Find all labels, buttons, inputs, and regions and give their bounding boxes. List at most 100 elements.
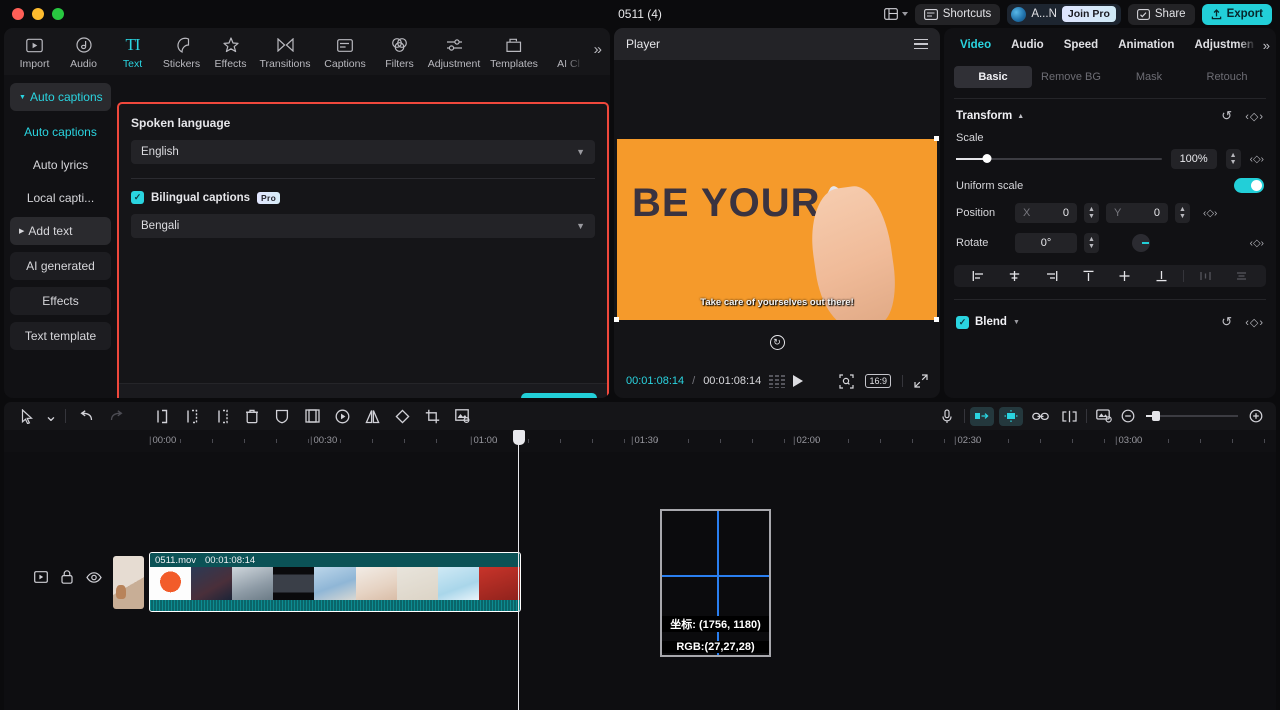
loop-playback-button[interactable]: ↻	[614, 332, 940, 350]
sidebar-item-add-text-group[interactable]: ▶ Add text	[10, 217, 111, 245]
auto-fit-icon[interactable]	[970, 407, 994, 426]
minimize-window-button[interactable]	[32, 8, 44, 20]
fullscreen-icon[interactable]	[914, 374, 928, 388]
lock-icon[interactable]	[61, 570, 73, 584]
zoom-fit-icon[interactable]	[839, 374, 854, 389]
video-preview[interactable]: BE YOUR Take care of yourselves out ther…	[617, 139, 937, 320]
tab-captions[interactable]: Captions	[315, 34, 375, 70]
position-x-field[interactable]: X 0	[1015, 203, 1077, 223]
undo-icon[interactable]	[71, 410, 101, 423]
mirror-icon[interactable]	[357, 409, 387, 424]
scale-slider[interactable]	[956, 158, 1162, 160]
tab-filters[interactable]: Filters	[375, 34, 424, 70]
tab-stickers[interactable]: Stickers	[157, 34, 206, 70]
bilingual-captions-checkbox[interactable]: ✓	[131, 191, 144, 204]
close-window-button[interactable]	[12, 8, 24, 20]
snap-icon[interactable]	[1057, 407, 1081, 426]
tab-transitions[interactable]: Transitions	[255, 34, 315, 70]
spoken-language-select[interactable]: English ▼	[131, 140, 595, 164]
sidebar-item-local-captions[interactable]: Local capti...	[10, 184, 111, 212]
keyframe-diamond-icon[interactable]: ‹◇›	[1203, 208, 1217, 219]
tab-import[interactable]: Import	[10, 34, 59, 70]
zoom-in-icon[interactable]	[1244, 407, 1268, 426]
segment-retouch[interactable]: Retouch	[1188, 66, 1266, 88]
uniform-scale-toggle[interactable]	[1234, 178, 1264, 193]
tabstrip-more-button[interactable]: »	[594, 41, 602, 58]
track-video-icon[interactable]	[34, 571, 48, 583]
tab-text[interactable]: TI Text	[108, 34, 157, 70]
playhead-knob[interactable]	[513, 430, 525, 445]
tab-adjustment[interactable]: Adjustment	[424, 34, 484, 70]
tab-templates[interactable]: Templates	[484, 34, 544, 70]
inspector-tabs-more-button[interactable]: »	[1263, 38, 1270, 53]
segment-mask[interactable]: Mask	[1110, 66, 1188, 88]
keyframe-diamond-icon[interactable]: ‹◇›	[1250, 154, 1264, 165]
bilingual-captions-row[interactable]: ✓ Bilingual captions Pro	[131, 191, 595, 204]
tab-audio[interactable]: Audio	[1001, 39, 1054, 51]
scale-slider-knob[interactable]	[982, 154, 991, 163]
share-button[interactable]: Share	[1128, 4, 1195, 25]
scale-stepper[interactable]: ▲▼	[1226, 149, 1241, 169]
microphone-icon[interactable]	[935, 407, 959, 426]
selection-handle-tr[interactable]	[934, 136, 939, 141]
split-icon[interactable]	[147, 409, 177, 424]
sidebar-item-ai-generated[interactable]: AI generated	[10, 252, 111, 280]
rotate-stepper[interactable]: ▲▼	[1084, 233, 1099, 253]
beat-detect-icon[interactable]	[999, 407, 1023, 426]
timeline-zoom-slider[interactable]	[1146, 415, 1238, 417]
trim-left-icon[interactable]	[177, 409, 207, 424]
trim-right-icon[interactable]	[207, 409, 237, 424]
sidebar-item-auto-captions[interactable]: Auto captions	[10, 118, 111, 146]
timeline-clip[interactable]: 0511.mov 00:01:08:14	[149, 552, 521, 612]
play-icon[interactable]	[793, 375, 803, 387]
segment-basic[interactable]: Basic	[954, 66, 1032, 88]
timeline-zoom-knob[interactable]	[1152, 411, 1160, 421]
crop-icon[interactable]	[417, 409, 447, 424]
keyframe-diamond-icon[interactable]: ‹◇›	[1245, 110, 1264, 123]
speed-ramp-icon[interactable]	[327, 409, 357, 424]
eye-icon[interactable]	[86, 572, 102, 583]
timeline-canvas[interactable]: 0511.mov 00:01:08:14	[4, 452, 1276, 710]
frames-icon[interactable]	[769, 375, 785, 388]
selection-handle-br[interactable]	[934, 317, 939, 322]
bilingual-language-select[interactable]: Bengali ▼	[131, 214, 595, 238]
timeline-ruler[interactable]: 00:00 00:30 01:00 01:30 02:00 02:30 03:0…	[4, 430, 1276, 452]
link-icon[interactable]	[1028, 407, 1052, 426]
reset-icon[interactable]: ↺	[1221, 108, 1232, 124]
segment-remove-bg[interactable]: Remove BG	[1032, 66, 1110, 88]
playhead[interactable]	[518, 430, 519, 710]
rotate-field[interactable]: 0°	[1015, 233, 1077, 253]
reset-icon[interactable]: ↺	[1221, 314, 1232, 330]
sidebar-item-auto-captions-group[interactable]: ▼ Auto captions	[10, 83, 111, 111]
tab-effects[interactable]: Effects	[206, 34, 255, 70]
sidebar-item-effects[interactable]: Effects	[10, 287, 111, 315]
align-top-icon[interactable]	[1070, 270, 1107, 282]
align-center-h-icon[interactable]	[997, 270, 1034, 282]
blend-checkbox[interactable]: ✓	[956, 316, 969, 329]
hamburger-icon[interactable]	[914, 39, 928, 50]
position-x-stepper[interactable]: ▲▼	[1084, 203, 1099, 223]
tab-audio[interactable]: Audio	[59, 34, 108, 70]
delete-icon[interactable]	[237, 409, 267, 424]
join-pro-button[interactable]: Join Pro	[1062, 6, 1116, 22]
layout-switcher[interactable]	[884, 8, 908, 20]
chevron-up-icon[interactable]: ▲	[1017, 113, 1024, 120]
chevron-down-icon[interactable]: ▼	[1013, 319, 1020, 326]
export-button[interactable]: Export	[1202, 4, 1272, 25]
tab-animation[interactable]: Animation	[1108, 39, 1184, 51]
crop-frame-icon[interactable]	[297, 409, 327, 423]
position-y-field[interactable]: Y 0	[1106, 203, 1168, 223]
mask-video-icon[interactable]	[447, 409, 477, 423]
rotate-dial[interactable]	[1132, 234, 1150, 252]
tab-speed[interactable]: Speed	[1054, 39, 1109, 51]
align-right-icon[interactable]	[1033, 270, 1070, 282]
sidebar-item-text-template[interactable]: Text template	[10, 322, 111, 350]
scale-value[interactable]: 100%	[1171, 149, 1217, 169]
align-left-icon[interactable]	[960, 270, 997, 282]
select-arrow-icon[interactable]	[12, 409, 42, 424]
aspect-ratio-button[interactable]: 16:9	[865, 374, 891, 388]
chevron-down-icon[interactable]: ⌄	[42, 406, 60, 426]
shortcuts-button[interactable]: Shortcuts	[915, 4, 1001, 25]
account-button[interactable]: A...N Join Pro	[1007, 4, 1121, 25]
tab-video[interactable]: Video	[950, 39, 1001, 51]
